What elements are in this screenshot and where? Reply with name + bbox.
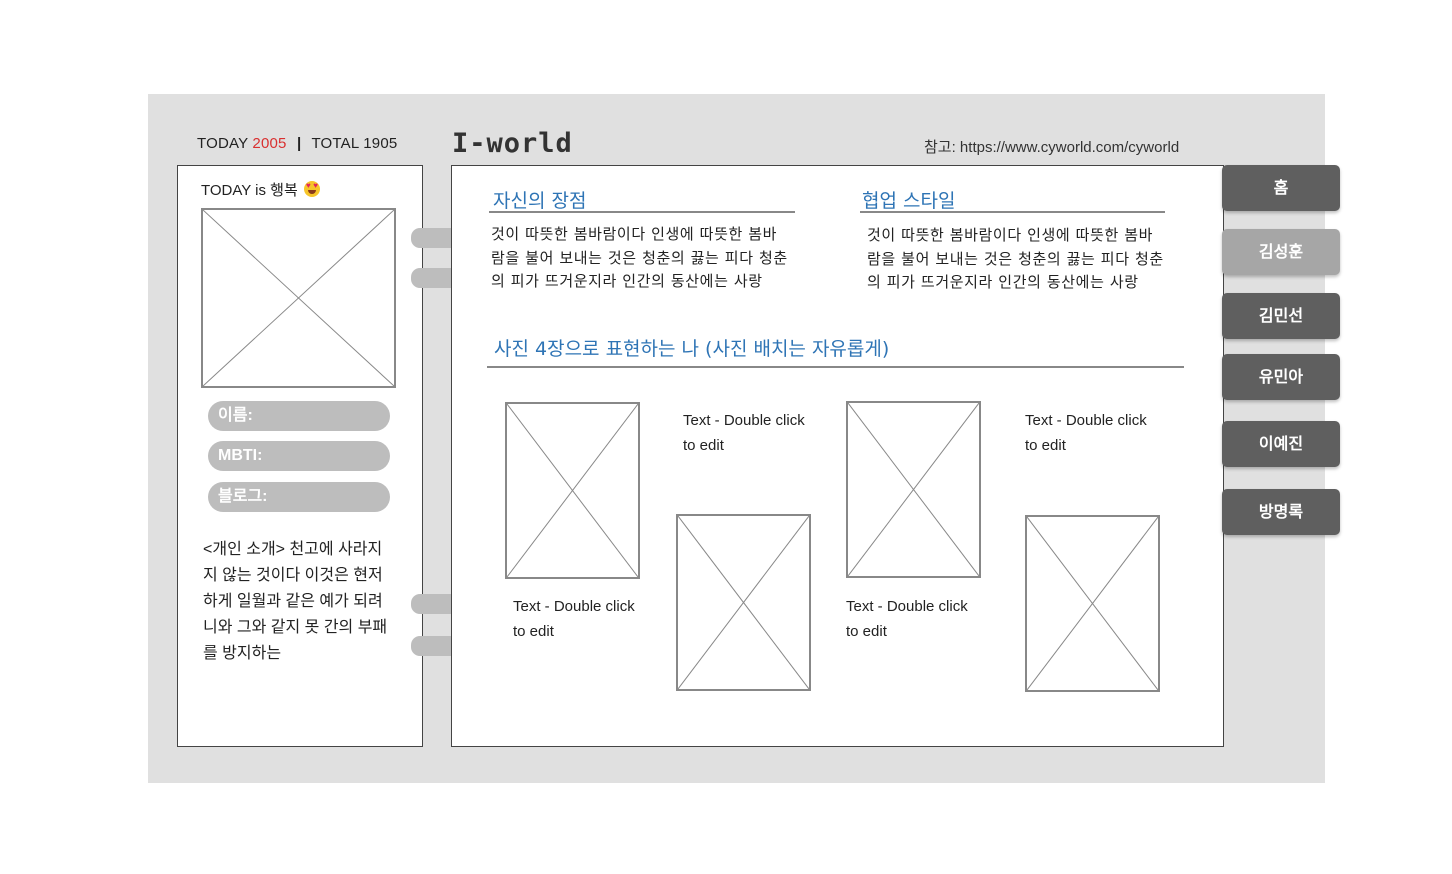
photos-divider bbox=[487, 366, 1184, 368]
total-label: TOTAL bbox=[311, 135, 359, 152]
photo-caption[interactable]: Text - Double click to edit bbox=[513, 594, 641, 644]
nav-tab-home[interactable]: 홈 bbox=[1222, 165, 1340, 211]
photo-caption[interactable]: Text - Double click to edit bbox=[683, 408, 811, 458]
today-label: TODAY bbox=[197, 135, 249, 152]
nav-tab-lee-yejin[interactable]: 이예진 bbox=[1222, 421, 1340, 467]
total-count: 1905 bbox=[363, 135, 398, 152]
counter-separator: | bbox=[296, 135, 302, 152]
visitor-counter: TODAY 2005 | TOTAL 1905 bbox=[197, 135, 397, 152]
photo-placeholder-4[interactable] bbox=[1025, 515, 1160, 692]
strengths-title: 자신의 장점 bbox=[493, 190, 587, 212]
nav-tab-kim-seonghun[interactable]: 김성훈 bbox=[1222, 229, 1340, 275]
today-mood: TODAY is 행복 bbox=[201, 179, 320, 200]
photo-caption[interactable]: Text - Double click to edit bbox=[1025, 408, 1153, 458]
collab-text: 것이 따뜻한 봄바람이다 인생에 따뜻한 봄바람을 불어 보내는 것은 청춘의 … bbox=[867, 226, 1164, 291]
profile-photo-placeholder[interactable] bbox=[201, 208, 396, 388]
photo-placeholder-2[interactable] bbox=[676, 514, 811, 691]
photo-caption[interactable]: Text - Double click to edit bbox=[846, 594, 974, 644]
strengths-divider bbox=[489, 211, 795, 213]
blog-field[interactable]: 블로그: bbox=[208, 482, 390, 512]
nav-tab-yu-mina[interactable]: 유민아 bbox=[1222, 354, 1340, 400]
reference-link[interactable]: 참고: https://www.cyworld.com/cyworld bbox=[924, 136, 1179, 157]
collab-title: 협업 스타일 bbox=[862, 190, 956, 212]
mbti-field: MBTI: bbox=[208, 441, 390, 471]
name-field: 이름: bbox=[208, 401, 390, 431]
photos-title: 사진 4장으로 표현하는 나 (사진 배치는 자유롭게) bbox=[494, 338, 890, 360]
strengths-text: 것이 따뜻한 봄바람이다 인생에 따뜻한 봄바람을 불어 보내는 것은 청춘의 … bbox=[491, 225, 788, 290]
heart-eyes-emoji-icon bbox=[303, 181, 320, 197]
nav-tab-guestbook[interactable]: 방명록 bbox=[1222, 489, 1340, 535]
collab-divider bbox=[860, 211, 1165, 213]
photo-placeholder-1[interactable] bbox=[505, 402, 640, 579]
nav-tab-kim-minseon[interactable]: 김민선 bbox=[1222, 293, 1340, 339]
profile-intro: <개인 소개> 천고에 사라지지 않는 것이다 이것은 현저하게 일월과 같은 … bbox=[203, 541, 388, 662]
mood-text: TODAY is 행복 bbox=[201, 182, 298, 199]
today-count: 2005 bbox=[252, 135, 287, 152]
site-title: I-world bbox=[452, 128, 573, 159]
photo-placeholder-3[interactable] bbox=[846, 401, 981, 578]
